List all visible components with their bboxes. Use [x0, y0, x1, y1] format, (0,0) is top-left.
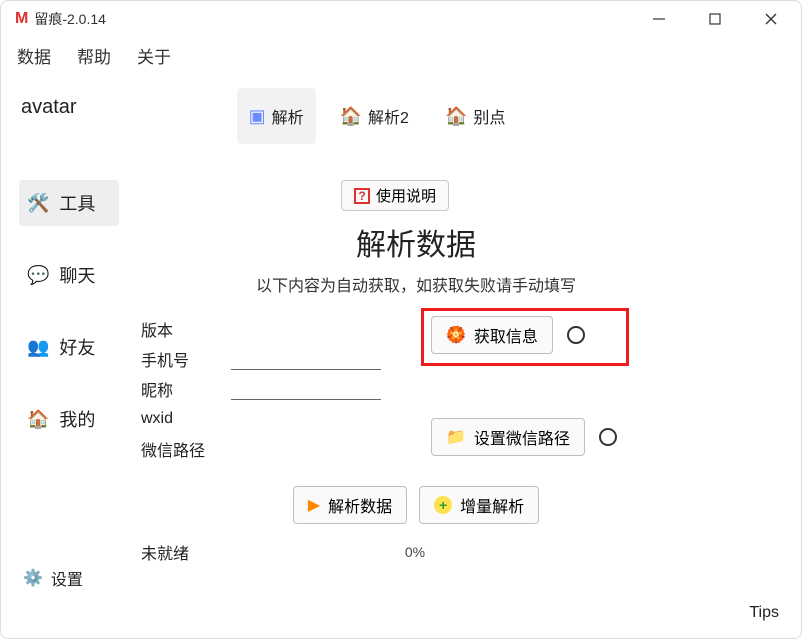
help-button-label: 使用说明 [376, 185, 436, 206]
sidebar-item-chat[interactable]: 💬 聊天 [19, 252, 141, 298]
gear-icon: ⚙️ [23, 568, 43, 588]
avatar-label: avatar [21, 96, 77, 119]
sidebar-item-tools[interactable]: 🛠️ 工具 [19, 180, 119, 226]
button-label: 增量解析 [460, 493, 524, 517]
house-icon: 🏠 [27, 409, 49, 430]
help-button[interactable]: ? 使用说明 [341, 180, 449, 211]
button-label: 解析数据 [328, 493, 392, 517]
incremental-parse-button[interactable]: + 增量解析 [419, 486, 539, 524]
tab-label: 解析2 [368, 104, 409, 128]
tab-parse2[interactable]: 🏠 解析2 [328, 88, 421, 144]
close-button[interactable] [757, 5, 785, 33]
phone-input[interactable] [231, 348, 381, 370]
chat-icon: 💬 [27, 265, 49, 286]
minimize-button[interactable] [645, 5, 673, 33]
plus-icon: + [434, 496, 452, 514]
label-version: 版本 [141, 317, 231, 341]
maximize-button[interactable] [701, 5, 729, 33]
get-info-button[interactable]: 🏵️ 获取信息 [431, 316, 553, 354]
radio-set-path[interactable] [599, 428, 617, 446]
settings-link[interactable]: ⚙️ 设置 [23, 566, 83, 590]
window-title: 留痕-2.0.14 [34, 9, 106, 29]
sidebar-item-label: 我的 [59, 406, 95, 432]
tools-icon: 🛠️ [27, 193, 49, 214]
menu-help[interactable]: 帮助 [73, 41, 115, 70]
nickname-input[interactable] [231, 378, 381, 400]
progress-text: 0% [189, 544, 641, 560]
page-title: 解析数据 [141, 220, 691, 264]
friends-icon: 👥 [27, 337, 49, 358]
status-label: 未就绪 [141, 540, 189, 564]
label-phone: 手机号 [141, 347, 231, 371]
tab-label: 别点 [473, 104, 505, 128]
sidebar-item-label: 工具 [59, 190, 95, 216]
sidebar-item-friends[interactable]: 👥 好友 [19, 324, 141, 370]
label-nickname: 昵称 [141, 377, 231, 401]
tab-label: 解析 [272, 104, 304, 128]
settings-label: 设置 [51, 566, 83, 590]
tab-dont-click[interactable]: 🏠 别点 [433, 88, 517, 144]
label-wxid: wxid [141, 410, 231, 428]
menu-about[interactable]: 关于 [133, 41, 175, 70]
sidebar-item-label: 好友 [59, 334, 95, 360]
page-subtitle: 以下内容为自动获取，如获取失败请手动填写 [141, 272, 691, 296]
folder-icon: 📁 [446, 427, 466, 447]
tab-parse[interactable]: ▣ 解析 [237, 88, 316, 144]
play-icon: ▶ [308, 495, 320, 515]
sidebar-item-mine[interactable]: 🏠 我的 [19, 396, 141, 442]
badge-icon: 🏵️ [446, 325, 466, 345]
label-wxpath: 微信路径 [141, 437, 231, 461]
cube-icon: ▣ [249, 106, 266, 127]
house-icon: 🏠 [445, 106, 467, 127]
tips-link[interactable]: Tips [749, 604, 779, 622]
question-icon: ? [354, 188, 370, 204]
menu-data[interactable]: 数据 [13, 41, 55, 70]
parse-data-button[interactable]: ▶ 解析数据 [293, 486, 407, 524]
button-label: 获取信息 [474, 323, 538, 347]
radio-get-info[interactable] [567, 326, 585, 344]
sidebar-item-label: 聊天 [59, 262, 95, 288]
set-wechat-path-button[interactable]: 📁 设置微信路径 [431, 418, 585, 456]
app-logo: M [15, 10, 28, 28]
house-icon: 🏠 [340, 106, 362, 127]
button-label: 设置微信路径 [474, 425, 570, 449]
